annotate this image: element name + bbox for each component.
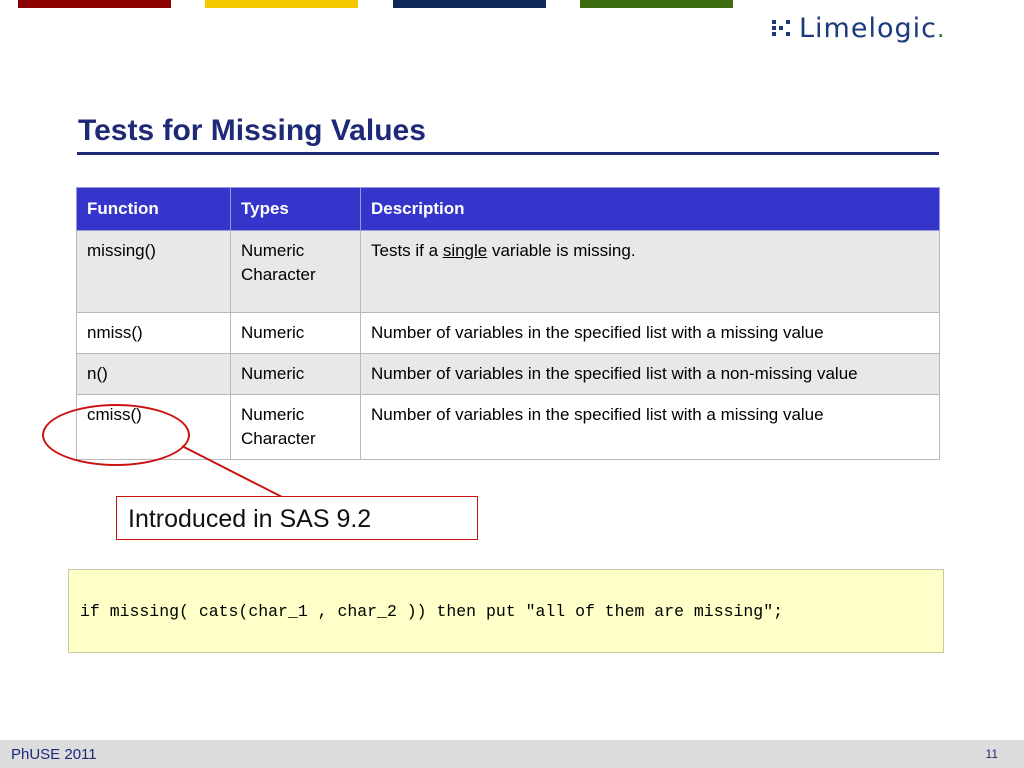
callout-text: Introduced in SAS 9.2 <box>128 505 372 533</box>
header-types: Types <box>230 187 361 231</box>
type-value: Numeric <box>241 241 305 260</box>
table-row: n() Numeric Number of variables in the s… <box>76 353 940 395</box>
cell-types: Numeric Character <box>230 394 361 460</box>
top-bar-green <box>580 0 733 8</box>
type-value: Character <box>241 265 316 284</box>
cell-function: n() <box>76 353 231 395</box>
cell-description: Tests if a single variable is missing. <box>360 230 940 313</box>
footer-bar: PhUSE 2011 11 <box>0 740 1024 768</box>
functions-table: Function Types Description missing() Num… <box>76 187 940 460</box>
code-text: if missing( cats(char_1 , char_2 )) then… <box>80 601 784 621</box>
cell-description: Number of variables in the specified lis… <box>360 353 940 395</box>
callout-box: Introduced in SAS 9.2 <box>116 496 478 540</box>
description-text: variable is missing. <box>487 241 636 260</box>
title-underline <box>77 152 939 155</box>
description-text: Tests if a <box>371 241 443 260</box>
table-row: missing() Numeric Character Tests if a s… <box>76 230 940 313</box>
cell-description: Number of variables in the specified lis… <box>360 394 940 460</box>
cell-types: Numeric Character <box>230 230 361 313</box>
type-value: Numeric <box>241 364 305 383</box>
code-example: if missing( cats(char_1 , char_2 )) then… <box>68 569 944 653</box>
highlight-circle <box>42 404 190 466</box>
header-function: Function <box>76 187 231 231</box>
table-header-row: Function Types Description <box>76 187 940 231</box>
cell-function: nmiss() <box>76 312 231 354</box>
header-description: Description <box>360 187 940 231</box>
type-value: Numeric <box>241 405 305 424</box>
logo-text: Limelogic <box>799 12 937 44</box>
logo-dots-icon <box>772 20 791 36</box>
top-bar-yellow <box>205 0 358 8</box>
cell-types: Numeric <box>230 312 361 354</box>
type-value: Numeric <box>241 323 305 342</box>
logo-period: . <box>936 12 945 43</box>
cell-description: Number of variables in the specified lis… <box>360 312 940 354</box>
table-row: nmiss() Numeric Number of variables in t… <box>76 312 940 354</box>
footer-conference: PhUSE 2011 <box>11 746 97 763</box>
top-bar-navy <box>393 0 546 8</box>
limelogic-logo: Limelogic . <box>772 12 944 44</box>
cell-types: Numeric <box>230 353 361 395</box>
table-row: cmiss() Numeric Character Number of vari… <box>76 394 940 460</box>
top-bar-red <box>18 0 171 8</box>
page-number: 11 <box>985 747 998 761</box>
slide-title: Tests for Missing Values <box>78 114 426 147</box>
cell-function: missing() <box>76 230 231 313</box>
type-value: Character <box>241 429 316 448</box>
description-emphasis: single <box>442 241 488 260</box>
